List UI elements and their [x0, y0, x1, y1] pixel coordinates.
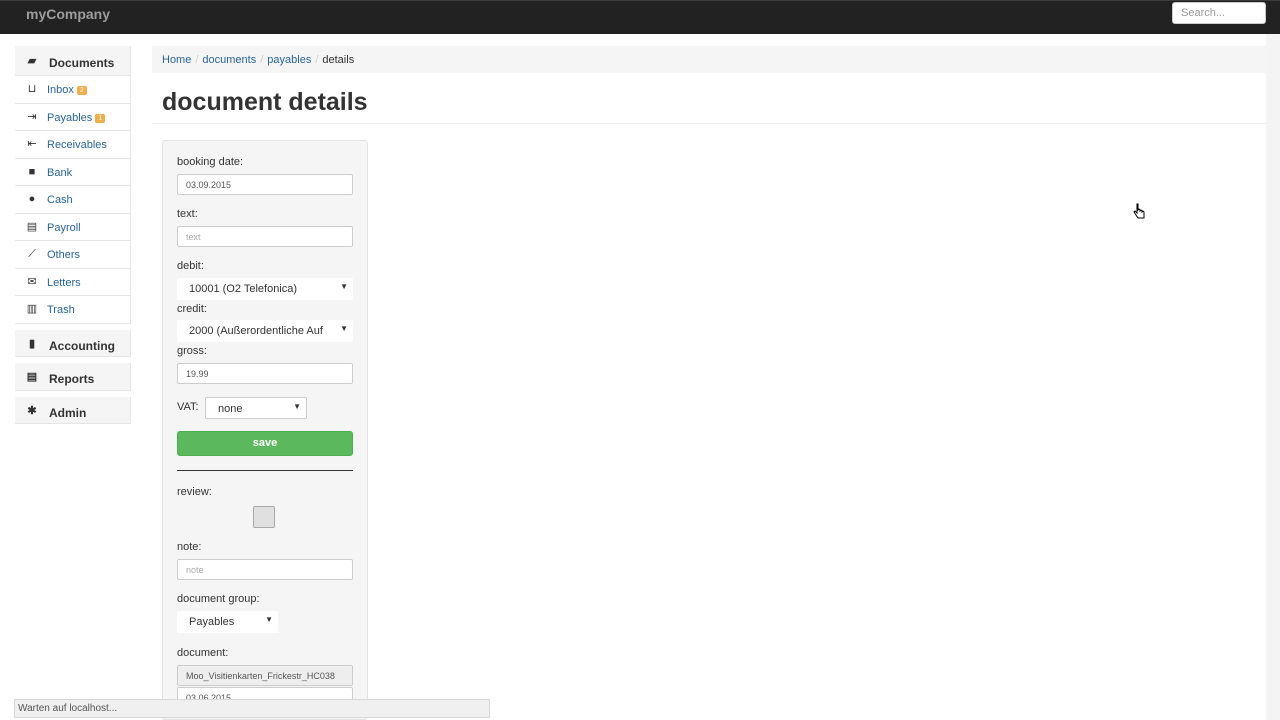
caret-down-icon: ▼ — [337, 324, 348, 333]
document-group-value: Payables — [189, 616, 235, 628]
gross-input[interactable]: 19.99 — [177, 363, 353, 384]
credit-select-value: 2000 (Außerordentliche Auf — [189, 325, 323, 337]
note-input[interactable]: note — [177, 559, 353, 580]
count-badge: 1 — [95, 113, 106, 123]
breadcrumb-separator: / — [260, 54, 264, 66]
form-divider — [177, 470, 353, 471]
breadcrumb-current: details — [322, 54, 355, 66]
page-title: document details — [162, 88, 368, 116]
text-input[interactable]: text — [177, 226, 353, 247]
sidebar-section-label: Documents — [49, 56, 115, 70]
review-toggle[interactable] — [253, 506, 275, 528]
text-label: text: — [177, 208, 198, 220]
breadcrumb-home[interactable]: Home — [162, 54, 191, 66]
inbox-icon: ⊔ — [27, 83, 37, 95]
sidebar-item-label: Payables 1 — [47, 112, 106, 124]
sidebar-item-payables[interactable]: ⇥ Payables 1 — [15, 103, 131, 131]
sidebar-section-accounting[interactable]: ▮ Accounting — [15, 329, 131, 357]
document-group-select[interactable]: Payables ▼ — [177, 611, 278, 633]
debit-select-value: 10001 (O2 Telefonica) — [189, 283, 298, 295]
list-alt-icon: ▤ — [26, 371, 38, 383]
sidebar-item-label: Others — [47, 249, 81, 261]
count-badge: 2 — [76, 86, 87, 95]
sidebar-item-receivables[interactable]: ⇤ Receivables — [15, 131, 131, 159]
document-file-field[interactable]: Moo_Visitienkarten_Frickestr_HC038 — [177, 665, 353, 686]
sidebar-item-label: Inbox 2 — [47, 84, 87, 96]
save-button[interactable]: save — [177, 431, 353, 456]
caret-down-icon: ▼ — [340, 282, 348, 291]
sidebar-item-label: Payroll — [47, 221, 81, 234]
review-label: review: — [177, 486, 212, 498]
sidebar-section-admin[interactable]: ✱ Admin — [15, 396, 131, 424]
sidebar-item-others[interactable]: ⟋ Others — [15, 241, 131, 269]
book-icon: ▮ — [28, 337, 36, 350]
document-form: booking date: 03.09.2015 text: text debi… — [162, 140, 368, 720]
credit-label: credit: — [177, 303, 207, 315]
search-input[interactable] — [1172, 2, 1266, 24]
browser-status-bar: Warten auf localhost... — [14, 699, 490, 718]
piggy-bank-icon: ● — [28, 193, 36, 205]
breadcrumb-documents[interactable]: documents — [202, 54, 256, 66]
sign-out-icon: ⇥ — [27, 110, 37, 123]
vat-select-value: none — [218, 403, 243, 415]
sidebar-section-documents[interactable]: ▰ Documents — [15, 46, 131, 76]
sidebar-section-label: Reports — [49, 372, 95, 386]
breadcrumb-separator: / — [315, 54, 319, 66]
top-navbar: myCompany — [0, 0, 1280, 34]
debit-label: debit: — [177, 260, 204, 272]
trash-icon: ▥ — [26, 303, 38, 315]
film-icon: ▤ — [26, 220, 38, 233]
sidebar: ▰ Documents ⊔ Inbox 2 ⇥ Payables 1 ⇤ Recei… — [15, 46, 131, 424]
sidebar-section-label: Accounting — [49, 338, 115, 353]
lock-icon: ■ — [28, 165, 36, 178]
credit-select[interactable]: 2000 (Außerordentliche Auf ▼ — [177, 320, 353, 342]
sidebar-item-label: Bank — [47, 166, 73, 179]
sign-in-icon: ⇤ — [27, 138, 37, 150]
gross-label: gross: — [177, 345, 207, 357]
note-label: note: — [177, 541, 202, 553]
title-divider — [152, 123, 1266, 124]
brand-logo[interactable]: myCompany — [26, 6, 110, 22]
hand-cursor-icon — [1133, 203, 1145, 219]
breadcrumb: Home / documents / payables / details — [152, 46, 1266, 73]
sidebar-item-inbox[interactable]: ⊔ Inbox 2 — [15, 76, 131, 104]
vat-select[interactable]: none ▼ — [205, 397, 307, 419]
gear-icon: ✱ — [27, 404, 37, 417]
sidebar-item-bank[interactable]: ■ Bank — [15, 158, 131, 186]
sidebar-item-letters[interactable]: ✉ Letters — [15, 268, 131, 296]
booking-date-label: booking date: — [177, 156, 244, 168]
vat-label: VAT: — [177, 401, 199, 413]
folder-open-icon: ▰ — [27, 55, 37, 67]
breadcrumb-separator: / — [195, 54, 199, 66]
caret-down-icon: ▼ — [265, 615, 273, 624]
sidebar-item-cash[interactable]: ● Cash — [15, 186, 131, 214]
caret-down-icon: ▼ — [293, 402, 301, 411]
sidebar-section-reports[interactable]: ▤ Reports — [15, 363, 131, 391]
sidebar-section-label: Admin — [49, 405, 87, 420]
scroll-track — [1266, 34, 1280, 720]
envelope-icon: ✉ — [27, 275, 37, 288]
sidebar-item-payroll[interactable]: ▤ Payroll — [15, 213, 131, 241]
breadcrumb-payables[interactable]: payables — [267, 54, 311, 66]
sidebar-item-label: Letters — [47, 276, 81, 289]
sidebar-item-label: Receivables — [47, 139, 107, 151]
booking-date-input[interactable]: 03.09.2015 — [177, 174, 353, 195]
document-group-label: document group: — [177, 593, 260, 605]
sidebar-item-label: Cash — [47, 194, 73, 206]
sidebar-item-label: Trash — [47, 304, 75, 316]
document-label: document: — [177, 647, 229, 659]
leaf-icon: ⟋ — [28, 248, 36, 260]
sidebar-item-trash[interactable]: ▥ Trash — [15, 296, 131, 324]
debit-select[interactable]: 10001 (O2 Telefonica) ▼ — [177, 278, 353, 300]
